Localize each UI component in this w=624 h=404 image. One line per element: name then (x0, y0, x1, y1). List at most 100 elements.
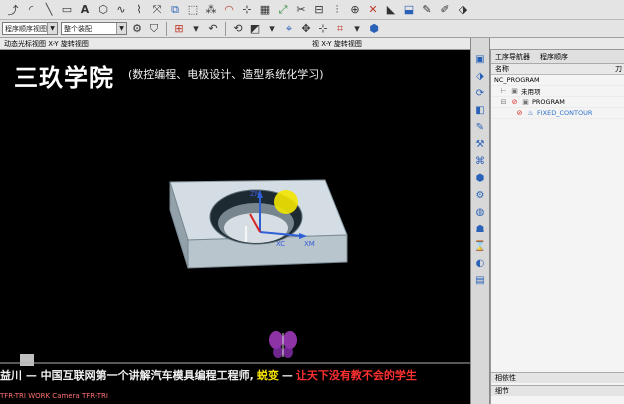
delete-icon[interactable]: ✕ (366, 3, 380, 17)
main-toolbar: ⤴ ◜ ╲ ▭ A ⬡ ∿ ⌇ ⤧ ⧉ ⬚ ⁂ ◠ ⊹ ▦ ⤢ ✂ ⊟ ⫶ ⊕ … (0, 0, 624, 20)
tree-row-fixed-contour[interactable]: ⊘ ♨ FIXED_CONTOUR (491, 108, 624, 119)
tab-program-order[interactable]: 程序顺序 (540, 52, 568, 62)
join-icon[interactable]: ⊕ (348, 3, 362, 17)
dependencies-label: 相依性 (495, 374, 516, 382)
dependencies-section[interactable]: 相依性 (491, 372, 624, 383)
assembly-scope-select[interactable]: 整个装配 ▼ (61, 22, 127, 35)
line-icon[interactable]: ╲ (42, 3, 56, 17)
assembly-tab-icon[interactable]: ⬗ (473, 69, 487, 83)
dropdown-icon[interactable]: ▾ (189, 22, 203, 36)
tab-operation-navigator[interactable]: 工序导航器 (495, 52, 530, 62)
tree-label: NC_PROGRAM (494, 76, 540, 84)
banner-intro: 益川 — 中国互联网第一个讲解汽车模具编程工程师, (0, 369, 254, 382)
chevron-down-icon: ▼ (47, 23, 57, 34)
pattern-icon[interactable]: ⁂ (204, 3, 218, 17)
fillet-icon[interactable]: ◠ (222, 3, 236, 17)
type-filter-value: 程序顺序视图 (5, 24, 47, 33)
banner-slogan: 让天下没有教不会的学生 (295, 369, 417, 382)
tree-row-program[interactable]: ⊟ ⊘ ▣ PROGRAM (491, 97, 624, 108)
shape-tool-icon[interactable]: ⬚ (186, 3, 200, 17)
rectangle-icon[interactable]: ▭ (60, 3, 74, 17)
xm-axis-label: XM (304, 240, 315, 248)
banner-highlight: 蜕变 (256, 369, 279, 382)
offset-icon[interactable]: ⊟ (312, 3, 326, 17)
tree-label: PROGRAM (532, 98, 565, 106)
shape-icon[interactable]: ⬡ (96, 3, 110, 17)
split-icon[interactable]: ⫶ (330, 3, 344, 17)
assembly-scope-value: 整个装配 (64, 24, 92, 33)
snap-icon[interactable]: ⊹ (316, 22, 330, 36)
role-tab-icon[interactable]: ☗ (473, 222, 487, 236)
xc-axis-label: XC (276, 240, 285, 248)
tree-row-nc-program[interactable]: NC_PROGRAM (491, 75, 624, 86)
transform-icon[interactable]: ⤧ (150, 3, 164, 17)
machine-tab-icon[interactable]: ⌘ (473, 154, 487, 168)
type-filter-select[interactable]: 程序顺序视图 ▼ (2, 22, 58, 35)
method-tab-icon[interactable]: ⚙ (473, 188, 487, 202)
spline-icon[interactable]: ⌇ (132, 3, 146, 17)
history-icon[interactable]: ⌛ (473, 239, 487, 253)
geometry-tab-icon[interactable]: ⬢ (473, 171, 487, 185)
extend-icon[interactable]: ⤢ (276, 3, 290, 17)
navigator-column-header: 名称 刀 (491, 64, 624, 75)
wcs-icon[interactable]: ⌖ (282, 22, 296, 36)
viewport-status: TFR-TRI WORK Camera TFR-TRI (0, 392, 108, 400)
expand-icon[interactable]: ⊢ (499, 87, 508, 96)
operation-navigator: 工序导航器 程序顺序 名称 刀 NC_PROGRAM ⊢ ▣ 未用项 ⊟ ⊘ ▣… (490, 50, 624, 404)
details-section[interactable]: 细节 (491, 385, 624, 396)
operation-tab-icon[interactable]: ✎ (473, 120, 487, 134)
grid-icon[interactable]: ▦ (258, 3, 272, 17)
tree-row-unused[interactable]: ⊢ ▣ 未用项 (491, 86, 624, 97)
folder-icon: ▣ (511, 87, 518, 95)
details-label: 细节 (495, 387, 509, 395)
filter-icon[interactable]: ⛉ (147, 22, 161, 36)
part-tab-icon[interactable]: ◧ (473, 103, 487, 117)
navigator-tab-icon[interactable]: ▣ (473, 52, 487, 66)
cube-icon[interactable]: ⬢ (367, 22, 381, 36)
text-icon[interactable]: A (78, 3, 92, 17)
measure-icon[interactable]: ⊹ (240, 3, 254, 17)
move-icon[interactable]: ✥ (299, 22, 313, 36)
resource-bar: ▣ ⬗ ⟳ ◧ ✎ ⚒ ⌘ ⬢ ⚙ ◍ ☗ ⌛ ◐ ▤ (470, 38, 490, 404)
bottom-banner: 益川 — 中国互联网第一个讲解汽车模具编程工程师, 蜕变 — 让天下没有教不会的… (0, 365, 470, 385)
sketch-icon[interactable]: ✎ (420, 3, 434, 17)
status-icon: ⊘ (511, 98, 518, 106)
undo-icon[interactable]: ↶ (206, 22, 220, 36)
view-orient-icon[interactable]: ⟲ (231, 22, 245, 36)
ribbon-icon[interactable]: ⬗ (456, 3, 470, 17)
system-icon[interactable]: ▤ (473, 273, 487, 287)
model-view[interactable]: ZM XC XM (0, 50, 470, 404)
mirror-icon[interactable]: ⧉ (168, 3, 182, 17)
marker-icon[interactable]: ⌗ (333, 22, 347, 36)
palette-icon[interactable]: ◐ (473, 256, 487, 270)
curve-icon[interactable]: ∿ (114, 3, 128, 17)
gear-icon[interactable]: ⚙ (130, 22, 144, 36)
edit-icon[interactable]: ✐ (438, 3, 452, 17)
dropdown-icon[interactable]: ▾ (350, 22, 364, 36)
zm-axis-label: ZM (250, 190, 261, 198)
viewport-title-right: 视 X-Y 旋转视图 (312, 39, 362, 48)
snap-point-icon[interactable]: ⊞ (172, 22, 186, 36)
operation-icon: ♨ (527, 109, 534, 117)
arc-icon[interactable]: ◜ (24, 3, 38, 17)
column-tool[interactable]: 刀 (615, 64, 622, 74)
dropdown-icon[interactable]: ▾ (265, 22, 279, 36)
pointer-icon[interactable]: ⤴ (6, 3, 20, 17)
render-mode-icon[interactable]: ◩ (248, 22, 262, 36)
history-tab-icon[interactable]: ⟳ (473, 86, 487, 100)
chevron-down-icon: ▼ (116, 23, 126, 34)
chamfer-icon[interactable]: ◣ (384, 3, 398, 17)
project-icon[interactable]: ⬓ (402, 3, 416, 17)
panel-top-strip (490, 38, 624, 50)
column-name[interactable]: 名称 (495, 64, 509, 74)
collapse-icon[interactable]: ⊟ (499, 98, 508, 107)
banner-dash: — (281, 368, 293, 382)
program-icon: ▣ (522, 98, 529, 106)
graphics-viewport[interactable]: 三玖学院 (数控编程、电极设计、造型系统化学习) ZM XC XM 益川 — 中… (0, 50, 470, 404)
tool-tab-icon[interactable]: ⚒ (473, 137, 487, 151)
trim-icon[interactable]: ✂ (294, 3, 308, 17)
viewport-title-left: 动态光标视图 X-Y 旋转视图 (4, 39, 89, 48)
toolbar-separator (166, 21, 167, 36)
tree-label: 未用项 (521, 88, 541, 96)
web-tab-icon[interactable]: ◍ (473, 205, 487, 219)
